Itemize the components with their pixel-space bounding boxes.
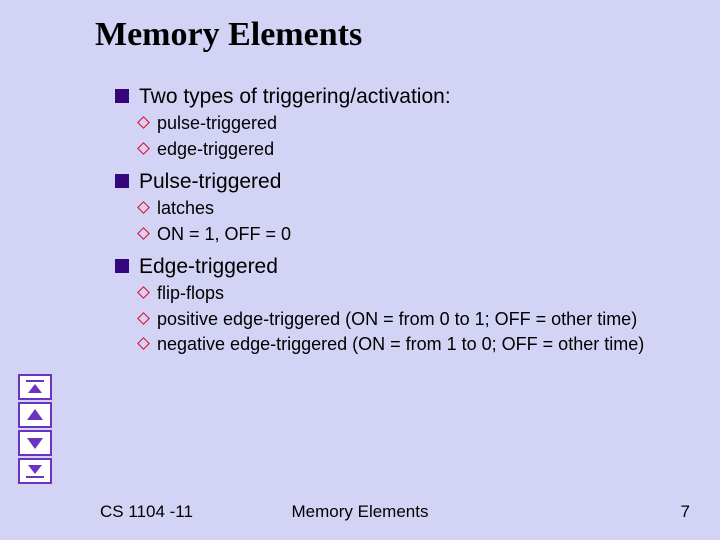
sub-bullet-text: flip-flops	[157, 282, 224, 305]
sub-bullet-list: pulse-triggered edge-triggered	[139, 112, 680, 161]
sub-bullet-text: edge-triggered	[157, 138, 274, 161]
bullet-level1: Two types of triggering/activation:	[115, 84, 680, 110]
sub-bullet-text: pulse-triggered	[157, 112, 277, 135]
diamond-bullet-icon	[139, 203, 149, 213]
square-bullet-icon	[115, 89, 129, 103]
bullet-text: Edge-triggered	[139, 254, 278, 280]
nav-next-button[interactable]	[18, 430, 52, 456]
diamond-bullet-icon	[139, 229, 149, 239]
bullet-level2: pulse-triggered	[139, 112, 680, 135]
diamond-bullet-icon	[139, 118, 149, 128]
square-bullet-icon	[115, 259, 129, 273]
prev-icon	[24, 407, 46, 423]
diamond-bullet-icon	[139, 314, 149, 324]
last-icon	[24, 463, 46, 479]
slide: Memory Elements Two types of triggering/…	[0, 0, 720, 540]
slide-content: Two types of triggering/activation: puls…	[115, 78, 680, 364]
nav-prev-button[interactable]	[18, 402, 52, 428]
slide-title: Memory Elements	[95, 16, 362, 54]
footer-center: Memory Elements	[0, 502, 720, 522]
nav-first-button[interactable]	[18, 374, 52, 400]
sub-bullet-text: ON = 1, OFF = 0	[157, 223, 291, 246]
footer-page-number: 7	[681, 502, 690, 522]
bullet-level2: edge-triggered	[139, 138, 680, 161]
nav-buttons	[18, 374, 54, 486]
sub-bullet-text: latches	[157, 197, 214, 220]
bullet-level2: latches	[139, 197, 680, 220]
bullet-level2: negative edge-triggered (ON = from 1 to …	[139, 333, 680, 356]
diamond-bullet-icon	[139, 339, 149, 349]
bullet-level2: positive edge-triggered (ON = from 0 to …	[139, 308, 680, 331]
bullet-level1: Edge-triggered	[115, 254, 680, 280]
next-icon	[24, 435, 46, 451]
slide-footer: CS 1104 -11 Memory Elements 7	[0, 500, 720, 522]
sub-bullet-list: flip-flops positive edge-triggered (ON =…	[139, 282, 680, 356]
diamond-bullet-icon	[139, 288, 149, 298]
sub-bullet-text: negative edge-triggered (ON = from 1 to …	[157, 333, 644, 356]
sub-bullet-text: positive edge-triggered (ON = from 0 to …	[157, 308, 637, 331]
diamond-bullet-icon	[139, 144, 149, 154]
bullet-level2: ON = 1, OFF = 0	[139, 223, 680, 246]
sub-bullet-list: latches ON = 1, OFF = 0	[139, 197, 680, 246]
bullet-text: Pulse-triggered	[139, 169, 281, 195]
bullet-level1: Pulse-triggered	[115, 169, 680, 195]
bullet-text: Two types of triggering/activation:	[139, 84, 451, 110]
first-icon	[24, 379, 46, 395]
nav-last-button[interactable]	[18, 458, 52, 484]
square-bullet-icon	[115, 174, 129, 188]
bullet-level2: flip-flops	[139, 282, 680, 305]
